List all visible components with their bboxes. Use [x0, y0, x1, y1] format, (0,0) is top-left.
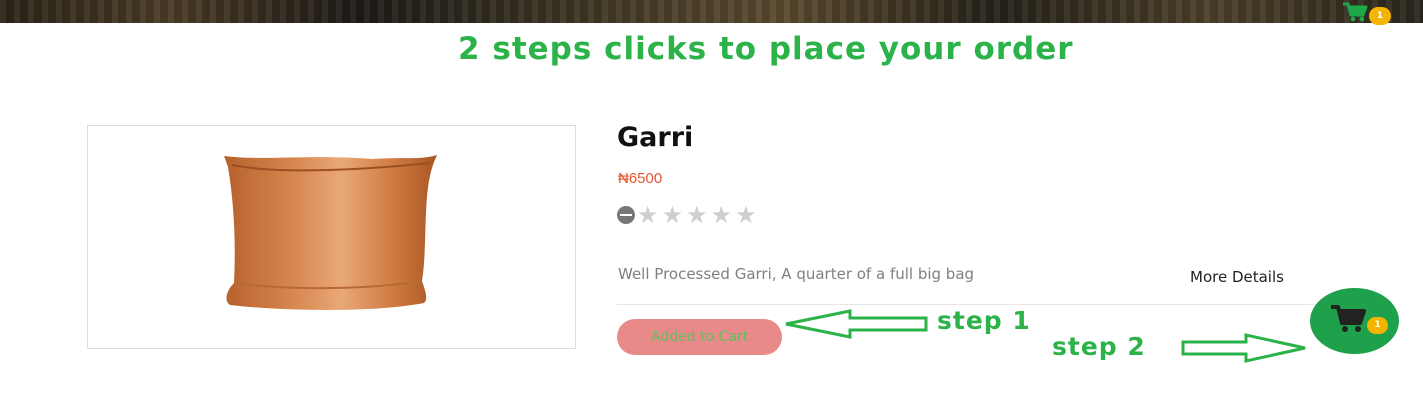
garri-sack-image: [224, 155, 437, 310]
star-icon: ★: [661, 201, 684, 229]
product-image-frame[interactable]: [87, 125, 576, 349]
divider: [617, 304, 1320, 305]
product-title: Garri: [617, 122, 694, 153]
top-banner: [0, 0, 1423, 23]
arrow-left-icon: [785, 309, 928, 339]
star-icon: ★: [710, 201, 733, 229]
step-2-label: step 2: [1052, 332, 1146, 361]
shopping-cart-icon: [1343, 2, 1368, 22]
product-price: ₦6500: [618, 170, 663, 187]
star-icon: ★: [735, 201, 757, 229]
cart-count-badge: 1: [1369, 7, 1391, 25]
star-icon: ★: [637, 201, 659, 229]
arrow-right-icon: [1181, 333, 1306, 363]
floating-cart-button[interactable]: 1: [1310, 288, 1399, 354]
star-icon: ★: [686, 201, 708, 229]
added-to-cart-button[interactable]: Added to Cart: [617, 319, 782, 355]
header-cart-button[interactable]: 1: [1342, 2, 1392, 25]
rating-stars: ★ ★ ★ ★ ★: [617, 201, 760, 229]
step-1-label: step 1: [937, 306, 1031, 335]
product-description: Well Processed Garri, A quarter of a ful…: [618, 265, 975, 283]
shopping-cart-icon: [1331, 305, 1366, 332]
minus-circle-icon: [617, 206, 635, 224]
floating-cart-count-badge: 1: [1367, 317, 1388, 334]
more-details-link[interactable]: More Details: [1190, 268, 1284, 286]
page-headline: 2 steps clicks to place your order: [458, 31, 1074, 67]
